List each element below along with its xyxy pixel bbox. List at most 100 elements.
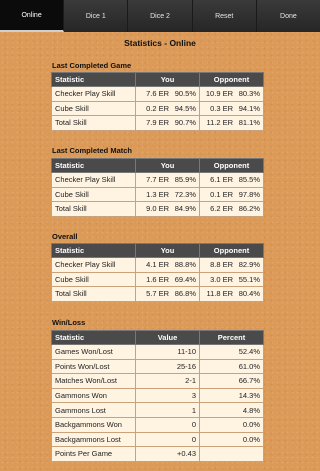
stat-percent: [199, 446, 264, 462]
stat-percent: 4.8%: [199, 402, 264, 418]
you-percent: 85.9%: [174, 175, 196, 185]
column-header: Statistic: [51, 330, 136, 345]
column-header: Statistic: [51, 243, 136, 258]
table-row: Matches Won/Lost 2-1 66.7%: [51, 373, 264, 389]
overall-table: Statistic You Opponent Checker Play Skil…: [51, 243, 264, 302]
you-percent: 84.9%: [174, 204, 196, 214]
opponent-er: 11.2 ER: [206, 118, 233, 128]
column-header: Opponent: [199, 72, 264, 87]
stat-value: 0: [135, 416, 200, 433]
stat-label: Gammons Won: [51, 387, 136, 404]
stat-value: 3: [135, 387, 200, 404]
opponent-cell: 11.2 ER 81.1%: [199, 115, 264, 131]
opponent-percent: 80.3%: [238, 89, 260, 99]
you-percent: 86.8%: [174, 289, 196, 299]
you-cell: 0.2 ER 94.5%: [135, 100, 200, 117]
opponent-er: 6.2 ER: [210, 204, 233, 214]
you-percent: 90.5%: [174, 89, 196, 99]
opponent-cell: 0.3 ER 94.1%: [199, 100, 264, 117]
stat-value: 0: [135, 431, 200, 448]
opponent-er: 11.8 ER: [206, 289, 233, 299]
you-er: 5.7 ER: [146, 289, 169, 299]
you-er: 1.3 ER: [146, 189, 169, 199]
stat-label: Backgammons Lost: [51, 431, 136, 448]
you-percent: 94.5%: [174, 103, 196, 113]
stat-label: Cube Skill: [51, 186, 136, 203]
table-row: Gammons Lost 1 4.8%: [51, 402, 264, 418]
column-header: You: [135, 158, 200, 173]
you-er: 4.1 ER: [146, 260, 169, 270]
table-header-row: Statistic You Opponent: [51, 158, 264, 173]
column-header: Value: [135, 330, 200, 345]
you-er: 1.6 ER: [146, 274, 169, 284]
stat-percent: 52.4%: [199, 344, 264, 360]
section-title-last-match: Last Completed Match: [52, 146, 133, 155]
stat-label: Gammons Lost: [51, 402, 136, 418]
stat-value: +0.43: [135, 446, 200, 462]
stat-label: Games Won/Lost: [51, 344, 136, 360]
you-percent: 88.8%: [174, 260, 196, 270]
table-row: Checker Play Skill 7.6 ER 90.5% 10.9 ER 80…: [51, 86, 264, 102]
stat-percent: 14.3%: [199, 387, 264, 404]
opponent-cell: 10.9 ER 80.3%: [199, 86, 264, 102]
opponent-cell: 3.0 ER 55.1%: [199, 271, 264, 288]
table-header-row: Statistic You Opponent: [51, 243, 264, 258]
section-title-win-loss: Win/Loss: [52, 318, 86, 327]
you-percent: 69.4%: [174, 274, 196, 284]
column-header: Percent: [199, 330, 264, 345]
reset-button[interactable]: Reset: [192, 0, 257, 32]
tab-online[interactable]: Online: [0, 0, 65, 32]
stat-label: Checker Play Skill: [51, 257, 136, 273]
stat-percent: 66.7%: [199, 373, 264, 389]
table-row: Points Won/Lost 25-16 61.0%: [51, 358, 264, 375]
opponent-er: 6.1 ER: [210, 175, 233, 185]
opponent-percent: 86.2%: [238, 204, 260, 214]
stat-label: Matches Won/Lost: [51, 373, 136, 389]
table-row: Games Won/Lost 11-10 52.4%: [51, 344, 264, 360]
done-button[interactable]: Done: [256, 0, 320, 32]
stat-value: 25-16: [135, 358, 200, 375]
opponent-cell: 8.8 ER 82.9%: [199, 257, 264, 273]
column-header: You: [135, 72, 200, 87]
column-header: Opponent: [199, 158, 264, 173]
stat-label: Checker Play Skill: [51, 172, 136, 188]
table-row: Cube Skill 1.6 ER 69.4% 3.0 ER 55.1%: [51, 271, 264, 288]
opponent-er: 10.9 ER: [205, 89, 233, 99]
table-row: Checker Play Skill 4.1 ER 88.8% 8.8 ER 82.…: [51, 257, 264, 273]
opponent-er: 3.0 ER: [210, 274, 233, 284]
you-er: 7.9 ER: [146, 118, 169, 128]
stat-label: Points Won/Lost: [51, 358, 136, 375]
opponent-percent: 55.1%: [238, 274, 260, 284]
stat-label: Checker Play Skill: [51, 86, 136, 102]
last-game-table: Statistic You Opponent Checker Play Skil…: [51, 72, 264, 131]
opponent-percent: 80.4%: [238, 289, 260, 299]
table-row: Points Per Game +0.43: [51, 446, 264, 462]
opponent-er: 0.3 ER: [210, 103, 233, 113]
stat-label: Cube Skill: [51, 100, 136, 117]
you-er: 0.2 ER: [146, 103, 169, 113]
stat-percent: 0.0%: [199, 431, 264, 448]
stat-label: Backgammons Won: [51, 416, 136, 433]
stat-label: Total Skill: [51, 201, 136, 217]
stat-value: 1: [135, 402, 200, 418]
tab-dice-1[interactable]: Dice 1: [64, 0, 129, 32]
opponent-cell: 6.1 ER 85.5%: [199, 172, 264, 188]
last-match-table: Statistic You Opponent Checker Play Skil…: [51, 158, 264, 217]
table-row: Cube Skill 0.2 ER 94.5% 0.3 ER 94.1%: [51, 100, 264, 117]
you-er: 7.7 ER: [146, 175, 169, 185]
section-title-overall: Overall: [52, 232, 78, 241]
you-cell: 1.3 ER 72.3%: [135, 186, 200, 203]
table-row: Gammons Won 3 14.3%: [51, 387, 264, 404]
you-er: 9.0 ER: [146, 204, 169, 214]
you-cell: 5.7 ER 86.8%: [135, 286, 200, 302]
column-header: You: [135, 243, 200, 258]
opponent-cell: 0.1 ER 97.8%: [199, 186, 264, 203]
opponent-percent: 81.1%: [238, 118, 260, 128]
table-row: Backgammons Lost 0 0.0%: [51, 431, 264, 448]
opponent-percent: 94.1%: [238, 103, 260, 113]
column-header: Statistic: [51, 72, 136, 87]
you-cell: 7.6 ER 90.5%: [135, 86, 200, 102]
opponent-cell: 11.8 ER 80.4%: [199, 286, 264, 302]
opponent-percent: 85.5%: [238, 175, 260, 185]
tab-dice-2[interactable]: Dice 2: [128, 0, 193, 32]
